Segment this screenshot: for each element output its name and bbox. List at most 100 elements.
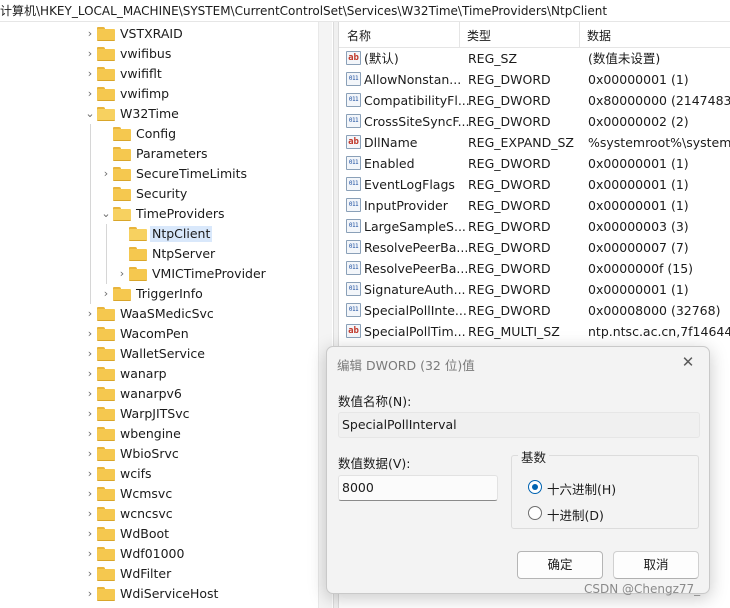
chevron-right-icon[interactable]: › bbox=[84, 547, 96, 561]
chevron-down-icon[interactable]: ⌄ bbox=[84, 107, 96, 121]
tree-item[interactable]: › WacomPen bbox=[0, 324, 318, 344]
tree-item[interactable]: › WdiServiceHost bbox=[0, 584, 318, 604]
value-row[interactable]: ab DllName REG_EXPAND_SZ %systemroot%\syste… bbox=[339, 132, 730, 153]
value-row[interactable]: ab (默认) REG_SZ (数值未设置) bbox=[339, 48, 730, 69]
hex-radio-label[interactable]: 十六进制(H) bbox=[547, 479, 616, 498]
chevron-right-icon[interactable]: › bbox=[84, 47, 96, 61]
value-row[interactable]: 011 SpecialPollInte... REG_DWORD 0x00008000… bbox=[339, 300, 730, 321]
decimal-radio-label[interactable]: 十进制(D) bbox=[547, 505, 604, 524]
chevron-right-icon[interactable]: › bbox=[84, 447, 96, 461]
chevron-right-icon[interactable]: › bbox=[84, 507, 96, 521]
tree-item-label: WbioSrvc bbox=[120, 446, 179, 461]
registry-tree[interactable]: › VSTXRAID › vwifibus › vwififlt › vwifimp ⌄ W32T… bbox=[0, 22, 330, 608]
value-row[interactable]: 011 InputProvider REG_DWORD 0x00000001 (1) bbox=[339, 195, 730, 216]
tree-item[interactable]: › vwifibus bbox=[0, 44, 318, 64]
column-header-name[interactable]: 名称 bbox=[347, 27, 371, 44]
chevron-right-icon[interactable]: › bbox=[84, 587, 96, 601]
value-type: REG_DWORD bbox=[468, 114, 551, 129]
tree-item[interactable]: › vwifimp bbox=[0, 84, 318, 104]
binary-value-icon: 011 bbox=[346, 114, 361, 128]
watermark: CSDN @Chengz77_ bbox=[584, 582, 701, 596]
value-row[interactable]: 011 CrossSiteSyncF... REG_DWORD 0x00000002 … bbox=[339, 111, 730, 132]
close-icon[interactable]: ✕ bbox=[679, 353, 697, 371]
tree-item[interactable]: › VSTXRAID bbox=[0, 24, 318, 44]
tree-item[interactable]: NtpClient bbox=[0, 224, 318, 244]
tree-item[interactable]: › WdBoot bbox=[0, 524, 318, 544]
tree-item[interactable]: › Wdf01000 bbox=[0, 544, 318, 564]
chevron-right-icon[interactable]: › bbox=[84, 487, 96, 501]
chevron-right-icon[interactable]: › bbox=[84, 387, 96, 401]
tree-item[interactable]: › wbengine bbox=[0, 424, 318, 444]
value-type: REG_DWORD bbox=[468, 240, 551, 255]
value-row[interactable]: 011 SignatureAuth... REG_DWORD 0x00000001 (… bbox=[339, 279, 730, 300]
chevron-right-icon[interactable]: › bbox=[84, 467, 96, 481]
value-name: AllowNonstan... bbox=[364, 72, 462, 87]
tree-item[interactable]: › TriggerInfo bbox=[0, 284, 318, 304]
folder-icon bbox=[97, 87, 115, 101]
tree-item[interactable]: › WalletService bbox=[0, 344, 318, 364]
column-header-data[interactable]: 数据 bbox=[587, 27, 611, 44]
tree-item[interactable]: › vwififlt bbox=[0, 64, 318, 84]
tree-item[interactable]: ⌄ W32Time bbox=[0, 104, 318, 124]
hex-radio[interactable] bbox=[528, 480, 542, 494]
tree-item[interactable]: Security bbox=[0, 184, 318, 204]
tree-item[interactable]: › VMICTimeProvider bbox=[0, 264, 318, 284]
chevron-right-icon[interactable]: › bbox=[84, 367, 96, 381]
value-row[interactable]: 011 Enabled REG_DWORD 0x00000001 (1) bbox=[339, 153, 730, 174]
value-row[interactable]: 011 EventLogFlags REG_DWORD 0x00000001 (1) bbox=[339, 174, 730, 195]
column-separator[interactable] bbox=[579, 22, 580, 48]
tree-item[interactable]: NtpServer bbox=[0, 244, 318, 264]
chevron-right-icon[interactable]: › bbox=[84, 87, 96, 101]
value-row[interactable]: ab SpecialPollTim... REG_MULTI_SZ ntp.ntsc.… bbox=[339, 321, 730, 342]
value-name-field: SpecialPollInterval bbox=[338, 412, 700, 438]
chevron-right-icon[interactable]: › bbox=[100, 167, 112, 181]
chevron-right-icon[interactable]: › bbox=[100, 287, 112, 301]
folder-icon bbox=[97, 547, 115, 561]
decimal-radio[interactable] bbox=[528, 506, 542, 520]
tree-item[interactable]: › WarpJITSvc bbox=[0, 404, 318, 424]
tree-item[interactable]: Config bbox=[0, 124, 318, 144]
tree-item[interactable]: Parameters bbox=[0, 144, 318, 164]
tree-item[interactable]: › WbioSrvc bbox=[0, 444, 318, 464]
chevron-right-icon[interactable]: › bbox=[84, 347, 96, 361]
tree-item-label: WacomPen bbox=[120, 326, 189, 341]
column-separator[interactable] bbox=[459, 22, 460, 48]
value-row[interactable]: 011 ResolvePeerBa... REG_DWORD 0x00000007 (… bbox=[339, 237, 730, 258]
chevron-right-icon[interactable]: › bbox=[84, 307, 96, 321]
cancel-button[interactable]: 取消 bbox=[613, 551, 699, 579]
chevron-right-icon[interactable]: › bbox=[84, 427, 96, 441]
folder-icon bbox=[97, 527, 115, 541]
tree-item[interactable]: › wanarpv6 bbox=[0, 384, 318, 404]
tree-item[interactable]: › Wcmsvc bbox=[0, 484, 318, 504]
tree-item[interactable]: › wcifs bbox=[0, 464, 318, 484]
tree-item[interactable]: ⌄ TimeProviders bbox=[0, 204, 318, 224]
tree-item[interactable]: › SecureTimeLimits bbox=[0, 164, 318, 184]
ok-button[interactable]: 确定 bbox=[517, 551, 603, 579]
chevron-right-icon[interactable]: › bbox=[84, 67, 96, 81]
value-row[interactable]: 011 ResolvePeerBa... REG_DWORD 0x0000000f (… bbox=[339, 258, 730, 279]
tree-item[interactable]: › wanarp bbox=[0, 364, 318, 384]
column-header-type[interactable]: 类型 bbox=[467, 27, 491, 44]
tree-item[interactable]: › WaaSMedicSvc bbox=[0, 304, 318, 324]
address-bar[interactable]: 计算机\HKEY_LOCAL_MACHINE\SYSTEM\CurrentCon… bbox=[0, 0, 730, 22]
chevron-right-icon[interactable]: › bbox=[84, 527, 96, 541]
folder-icon bbox=[113, 167, 131, 181]
chevron-right-icon[interactable]: › bbox=[116, 267, 128, 281]
value-row[interactable]: 011 AllowNonstan... REG_DWORD 0x00000001 (1… bbox=[339, 69, 730, 90]
chevron-right-icon[interactable]: › bbox=[84, 407, 96, 421]
value-data: ntp.ntsc.ac.cn,7f14644 bbox=[588, 324, 730, 339]
tree-item-label: VSTXRAID bbox=[120, 26, 183, 41]
chevron-right-icon[interactable]: › bbox=[84, 327, 96, 341]
value-data: 0x00000002 (2) bbox=[588, 114, 689, 129]
folder-icon bbox=[113, 287, 131, 301]
value-row[interactable]: 011 CompatibilityFl... REG_DWORD 0x80000000… bbox=[339, 90, 730, 111]
chevron-down-icon[interactable]: ⌄ bbox=[100, 207, 112, 221]
tree-item[interactable]: › wcncsvc bbox=[0, 504, 318, 524]
chevron-right-icon[interactable]: › bbox=[84, 27, 96, 41]
tree-item-label: W32Time bbox=[120, 106, 179, 121]
chevron-right-icon[interactable]: › bbox=[84, 567, 96, 581]
value-row[interactable]: 011 LargeSampleS... REG_DWORD 0x00000003 (3… bbox=[339, 216, 730, 237]
value-data-input[interactable]: 8000 bbox=[338, 475, 498, 501]
binary-value-icon: 011 bbox=[346, 219, 361, 233]
tree-item[interactable]: › WdFilter bbox=[0, 564, 318, 584]
